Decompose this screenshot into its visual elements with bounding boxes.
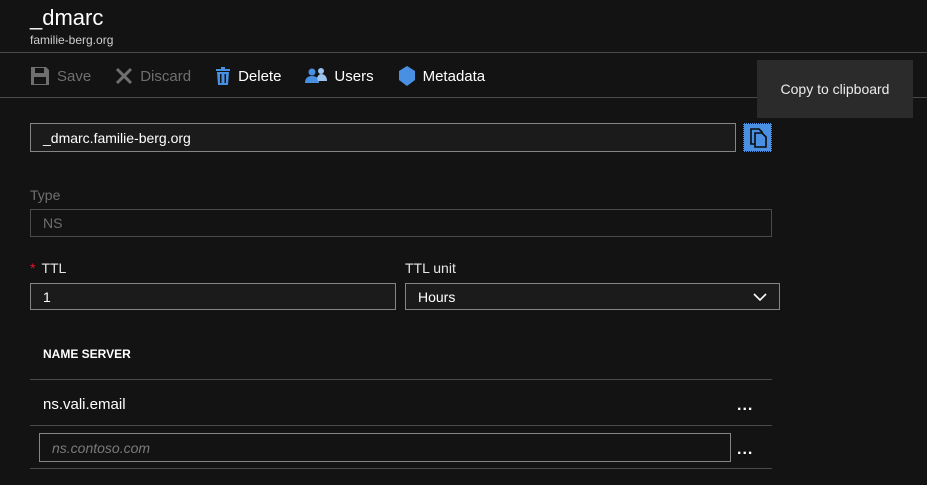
table-bottom-divider [30, 468, 772, 469]
save-button[interactable]: Save [30, 66, 91, 86]
ttl-value: 1 [43, 288, 51, 305]
trash-icon [216, 67, 231, 85]
table-row-divider [30, 425, 772, 426]
record-name-value: _dmarc.familie-berg.org [43, 129, 191, 146]
discard-label: Discard [140, 67, 192, 85]
type-value: NS [43, 215, 63, 231]
page-subtitle: familie-berg.org [30, 33, 114, 47]
type-label: Type [30, 187, 61, 203]
ttl-input[interactable]: 1 [30, 283, 396, 310]
save-label: Save [57, 67, 92, 85]
required-marker: * [30, 260, 36, 276]
ttl-label-text: TTL [41, 260, 67, 276]
ttl-unit-dropdown[interactable]: Hours [405, 283, 780, 310]
header-divider [0, 52, 927, 53]
delete-label: Delete [238, 67, 282, 85]
command-bar: Save Discard Delete Users Metadata [30, 62, 509, 90]
ttl-unit-label: TTL unit [405, 260, 456, 276]
discard-icon [116, 67, 133, 85]
copy-icon [749, 127, 767, 148]
new-name-server-input[interactable] [39, 433, 731, 462]
name-server-value: ns.vali.email [43, 396, 126, 413]
type-field: NS [30, 209, 772, 237]
new-row-more-button[interactable]: ... [737, 441, 753, 459]
users-icon [305, 68, 328, 83]
users-button[interactable]: Users [305, 67, 374, 85]
discard-button[interactable]: Discard [115, 67, 191, 85]
row-more-button[interactable]: ... [737, 397, 753, 415]
metadata-button[interactable]: Metadata [398, 66, 486, 86]
page-title: _dmarc [30, 5, 104, 30]
metadata-label: Metadata [422, 67, 486, 85]
name-server-column-header: NAME SERVER [43, 347, 131, 361]
users-label: Users [334, 67, 374, 85]
tag-icon [398, 66, 415, 86]
save-icon [31, 67, 49, 85]
copy-to-clipboard-button[interactable] [743, 123, 772, 152]
copy-tooltip: Copy to clipboard [757, 60, 913, 118]
table-header-divider [30, 379, 772, 380]
chevron-down-icon [753, 293, 767, 302]
record-name-field[interactable]: _dmarc.familie-berg.org [30, 123, 736, 152]
delete-button[interactable]: Delete [215, 67, 281, 85]
ttl-unit-value: Hours [418, 288, 456, 305]
ttl-label: * TTL [30, 260, 66, 276]
